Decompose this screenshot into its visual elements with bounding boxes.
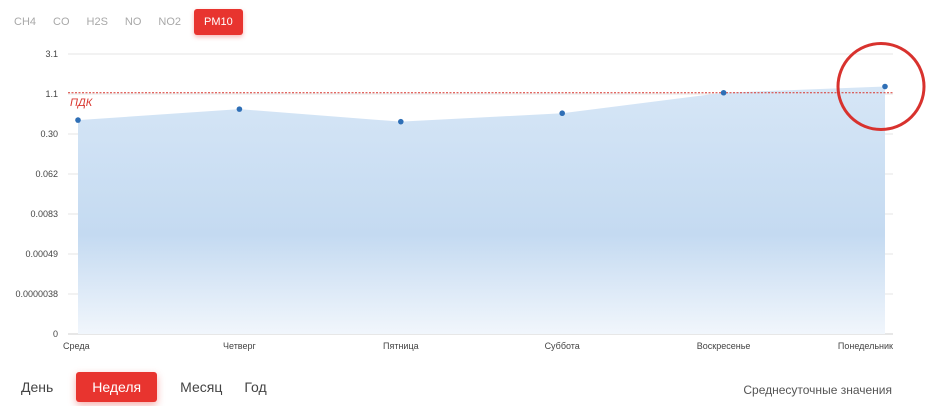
data-point[interactable] bbox=[559, 110, 565, 117]
tab-year[interactable]: Год bbox=[233, 372, 277, 402]
x-tick-label: Четверг bbox=[223, 341, 257, 351]
tab-no2[interactable]: NO2 bbox=[150, 9, 189, 35]
y-tick-label: 1.1 bbox=[45, 89, 58, 99]
y-tick-label: 0.00049 bbox=[25, 249, 58, 259]
x-tick-label: Пятница bbox=[383, 341, 419, 351]
data-point[interactable] bbox=[882, 83, 888, 90]
x-tick-label: Суббота bbox=[545, 341, 580, 351]
tab-day[interactable]: День bbox=[10, 372, 64, 402]
data-point[interactable] bbox=[720, 89, 727, 96]
y-axis: 3.1 1.1 0.30 0.062 0.0083 0.00049 0.0000038 0 bbox=[15, 49, 58, 339]
data-point[interactable] bbox=[75, 117, 81, 123]
y-tick-label: 3.1 bbox=[45, 49, 58, 59]
tab-pm10[interactable]: PM10 bbox=[194, 9, 243, 35]
threshold-label: ПДК bbox=[70, 97, 93, 109]
y-tick-label: 0 bbox=[53, 329, 58, 339]
tab-week[interactable]: Неделя bbox=[76, 372, 158, 402]
x-tick-label: Среда bbox=[63, 341, 90, 351]
pollution-chart: 3.1 1.1 0.30 0.062 0.0083 0.00049 0.0000038 0 П… bbox=[15, 42, 926, 351]
series-area bbox=[78, 86, 885, 334]
period-tabs: День Неделя Месяц Год bbox=[10, 372, 278, 402]
tab-h2s[interactable]: H2S bbox=[79, 9, 116, 35]
y-tick-label: 0.0000038 bbox=[15, 289, 58, 299]
y-tick-label: 0.0083 bbox=[30, 209, 58, 219]
pollutant-tabs: CH4 CO H2S NO NO2 PM10 bbox=[6, 8, 244, 36]
x-tick-label: Понедельник bbox=[838, 341, 893, 351]
data-point[interactable] bbox=[236, 106, 243, 112]
data-point[interactable] bbox=[398, 118, 404, 125]
tab-ch4[interactable]: CH4 bbox=[6, 9, 44, 35]
y-tick-label: 0.062 bbox=[35, 169, 58, 179]
x-tick-label: Воскресенье bbox=[697, 341, 751, 351]
y-tick-label: 0.30 bbox=[40, 129, 58, 139]
tab-co[interactable]: CO bbox=[45, 9, 78, 35]
tab-month[interactable]: Месяц bbox=[169, 372, 233, 402]
x-axis: Среда Четверг Пятница Суббота Воскресенье Пон… bbox=[63, 341, 893, 351]
tab-no[interactable]: NO bbox=[117, 9, 150, 35]
daily-average-note: Среднесуточные значения bbox=[743, 383, 892, 397]
